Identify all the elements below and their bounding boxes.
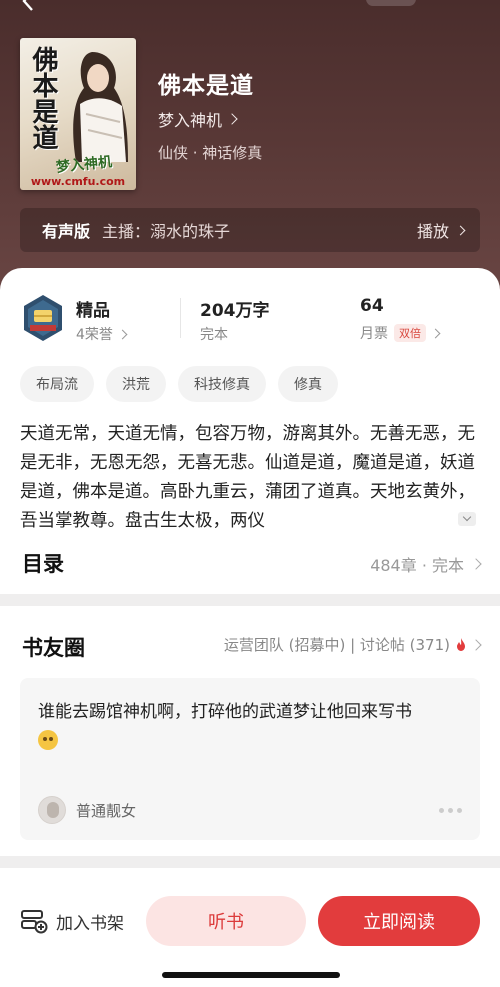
audio-play-button[interactable]: 播放 <box>416 218 466 242</box>
read-now-button[interactable]: 立即阅读 <box>318 896 480 946</box>
listen-label: 听书 <box>208 912 244 933</box>
stats-divider <box>180 298 181 338</box>
back-button[interactable] <box>18 0 48 11</box>
back-arrow-icon <box>22 0 33 11</box>
book-info-card: 精品 4荣誉 204万字 完本 64 月票 双倍 布局流 洪荒 科技修真 修真 … <box>0 268 500 594</box>
cover-url-text: www.cmfu.com <box>30 175 126 188</box>
flame-icon <box>457 638 465 651</box>
avatar <box>38 796 66 824</box>
double-ticket-badge: 双倍 <box>394 324 426 342</box>
top-indicator <box>366 0 416 6</box>
more-options-icon[interactable] <box>439 808 462 813</box>
author-name: 梦入神机 <box>158 111 223 130</box>
read-now-label: 立即阅读 <box>363 912 435 933</box>
post-author[interactable]: 普通靓女 <box>38 796 136 824</box>
post-author-name: 普通靓女 <box>76 801 137 820</box>
cover-figure-illustration <box>73 52 128 162</box>
community-title: 书友圈 <box>22 636 85 660</box>
home-indicator[interactable] <box>162 972 340 978</box>
community-links[interactable]: 运营团队 (招募中) | 讨论帖 (371) <box>223 634 482 655</box>
book-title: 佛本是道 <box>158 73 254 99</box>
honors-count: 4荣誉 <box>76 327 113 343</box>
community-post[interactable]: 谁能去踢馆神机啊，打碎他的武道梦让他回来写书 普通靓女 <box>20 678 480 840</box>
chevron-right-icon <box>117 329 128 339</box>
cover-author-text: 梦入神机 <box>55 154 113 176</box>
book-cover[interactable]: 佛本是道 梦入神机 www.cmfu.com <box>20 38 136 190</box>
monthly-ticket-link[interactable]: 月票 双倍 <box>360 323 441 343</box>
toc-chapter-info: 484章 · 完本 <box>370 556 464 575</box>
book-header: 佛本是道 梦入神机 www.cmfu.com 佛本是道 梦入神机 仙侠 · 神话… <box>0 0 500 300</box>
audio-host: 主播：溺水的珠子 <box>102 222 231 241</box>
tag-chip[interactable]: 修真 <box>278 366 338 402</box>
add-shelf-icon <box>21 910 48 934</box>
honors-link[interactable]: 4荣誉 <box>76 324 128 344</box>
quality-badge-icon <box>24 295 62 341</box>
chevron-right-icon <box>470 638 482 651</box>
genre-text: 仙侠 · 神话修真 <box>158 144 263 162</box>
quality-title: 精品 <box>76 301 110 321</box>
cover-title-text: 佛本是道 <box>28 46 58 150</box>
author-link[interactable]: 梦入神机 <box>158 107 238 131</box>
tag-chip[interactable]: 科技修真 <box>178 366 266 402</box>
stats-row: 精品 4荣誉 204万字 完本 64 月票 双倍 <box>0 268 500 358</box>
expand-synopsis-button[interactable] <box>458 512 476 526</box>
toc-label[interactable]: 目录 <box>22 548 64 578</box>
add-to-shelf-button[interactable]: 加入书架 <box>20 908 124 934</box>
synopsis-text[interactable]: 天道无常，天道无情，包容万物，游离其外。无善无恶，无是无非，无恩无怨，无喜无悲。… <box>20 420 480 536</box>
bottom-action-bar: 加入书架 听书 立即阅读 <box>0 868 500 987</box>
completion-status: 完本 <box>200 324 228 344</box>
chevron-right-icon <box>226 113 238 125</box>
listen-button[interactable]: 听书 <box>146 896 306 946</box>
add-to-shelf-label: 加入书架 <box>56 913 124 934</box>
audio-tag: 有声版 <box>42 222 91 241</box>
community-links-text: 运营团队 (招募中) | 讨论帖 (371) <box>223 636 450 654</box>
monthly-ticket-label: 月票 <box>360 326 388 342</box>
audio-version-bar[interactable]: 有声版 主播：溺水的珠子 播放 <box>20 208 480 252</box>
book-community-section: 书友圈 运营团队 (招募中) | 讨论帖 (371) 谁能去踢馆神机啊，打碎他的… <box>0 606 500 856</box>
chevron-right-icon <box>430 328 441 338</box>
toc-link[interactable]: 484章 · 完本 <box>370 552 482 576</box>
post-text: 谁能去踢馆神机啊，打碎他的武道梦让他回来写书 <box>38 702 412 722</box>
tag-chip[interactable]: 洪荒 <box>106 366 166 402</box>
chevron-right-icon <box>455 225 466 235</box>
tag-list: 布局流 洪荒 科技修真 修真 <box>20 366 338 402</box>
tag-chip[interactable]: 布局流 <box>20 366 94 402</box>
word-count: 204万字 <box>200 301 270 321</box>
post-text-block: 谁能去踢馆神机啊，打碎他的武道梦让他回来写书 <box>38 698 466 754</box>
audio-play-label: 播放 <box>416 222 449 241</box>
monthly-ticket-count: 64 <box>360 296 384 316</box>
smile-emoji-icon <box>38 730 58 750</box>
completion-status-label: 完本 <box>200 327 228 343</box>
chevron-right-icon <box>470 558 482 570</box>
